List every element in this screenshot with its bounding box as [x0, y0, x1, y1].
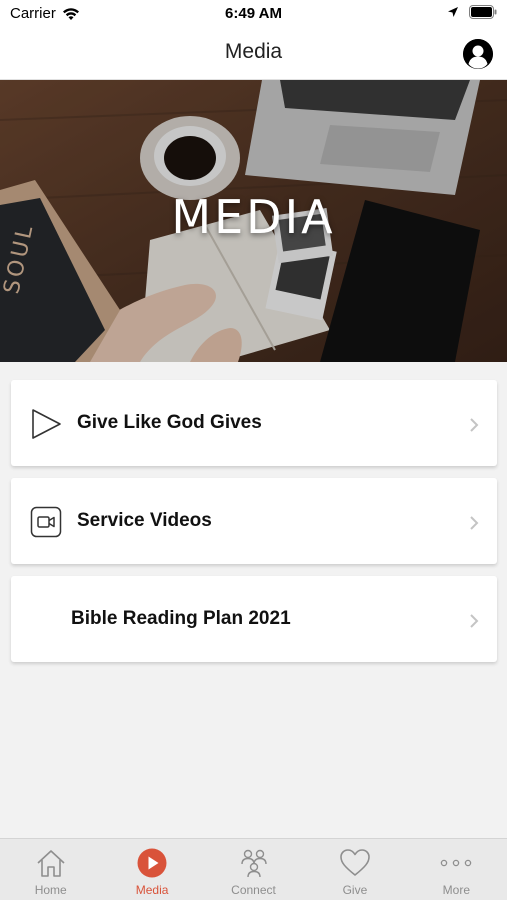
battery-icon [469, 5, 497, 19]
chevron-right-icon [470, 614, 479, 628]
tab-label: Give [342, 883, 368, 897]
home-icon [37, 850, 65, 877]
person-circle-icon [463, 39, 493, 69]
status-time: 6:49 AM [225, 5, 282, 22]
tab-connect[interactable]: Connect [203, 839, 304, 900]
chevron-right-icon [470, 516, 479, 530]
tab-media[interactable]: Media [101, 839, 202, 900]
tab-give[interactable]: Give [304, 839, 405, 900]
tab-more[interactable]: More [406, 839, 507, 900]
play-circle-icon [137, 848, 167, 878]
page-title: Media [224, 40, 283, 63]
list-item-label: Service Videos [77, 510, 212, 531]
more-dots-icon [441, 859, 472, 867]
tab-home[interactable]: Home [0, 839, 101, 900]
tab-label: Connect [231, 883, 276, 897]
list-item-service-videos[interactable]: Service Videos [11, 478, 497, 564]
play-outline-icon [32, 409, 61, 439]
hero-title: MEDIA [171, 190, 336, 244]
hero-banner: SOUL MEDIA [0, 80, 507, 362]
people-icon [240, 849, 267, 878]
video-camera-icon [30, 506, 62, 538]
tab-label: More [442, 883, 470, 897]
list-item-label: Bible Reading Plan 2021 [71, 608, 291, 629]
nav-bar: Media [0, 28, 507, 80]
status-right [447, 5, 497, 19]
tab-label: Home [34, 883, 67, 897]
profile-button[interactable] [463, 39, 493, 69]
tab-label: Media [135, 883, 169, 897]
heart-icon [340, 849, 370, 876]
list-item-bible-reading-plan[interactable]: Bible Reading Plan 2021 [11, 576, 497, 662]
list-item-give-like-god-gives[interactable]: Give Like God Gives [11, 380, 497, 466]
chevron-right-icon [470, 418, 479, 432]
tab-bar: Home Media Connect Give More [0, 838, 507, 900]
location-arrow-icon [448, 7, 458, 17]
list-item-label: Give Like God Gives [77, 412, 262, 433]
status-bar: Carrier 6:49 AM [0, 0, 507, 28]
